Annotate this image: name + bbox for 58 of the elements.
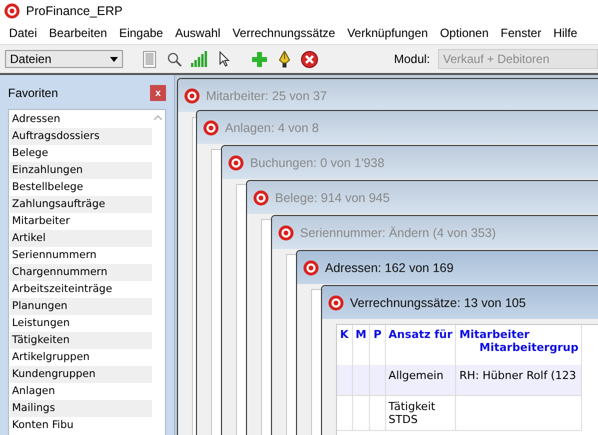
cursor-icon[interactable] (219, 51, 230, 67)
favorite-item[interactable]: Bestellbelege (10, 179, 152, 196)
favorite-item[interactable]: Artikelgruppen (10, 349, 152, 366)
file-dropdown[interactable]: Dateien (5, 50, 123, 68)
window-title: Adressen: 162 von 169 (325, 260, 454, 274)
window-icon (328, 294, 344, 310)
favorite-item[interactable]: Zahlungsaufträge (10, 196, 152, 213)
window-icon (253, 190, 269, 206)
menu-item[interactable]: Verknüpfungen (341, 26, 434, 40)
cancel-icon[interactable] (301, 50, 318, 68)
favorite-item[interactable]: Artikel (10, 230, 152, 247)
menu-item[interactable]: Fenster (494, 26, 548, 40)
table-cell: Tätigkeit STDS (385, 396, 456, 430)
favorite-item[interactable]: Leistungen (10, 315, 152, 332)
favorite-item[interactable]: Planungen (10, 298, 152, 315)
caret-icon (110, 56, 118, 62)
table-cell: RH: Hübner Rolf (123 (456, 365, 582, 396)
favorite-item[interactable]: Kundengruppen (10, 366, 152, 383)
menu-item[interactable]: Eingabe (113, 26, 170, 40)
window-icon (203, 120, 219, 136)
window-title: Mitarbeiter: 25 von 37 (206, 88, 327, 102)
menu-item[interactable]: Verrechnungssätze (226, 26, 342, 40)
table-cell: Allgemein (385, 365, 456, 396)
favorite-item[interactable]: Adressen (10, 111, 152, 128)
favorite-item[interactable]: Konten Fibu (10, 417, 152, 434)
window-icon (278, 224, 294, 240)
window-icon (184, 88, 200, 104)
menu-item[interactable]: Bearbeiten (43, 26, 114, 40)
window-title: Verrechnungssätze: 13 von 105 (350, 296, 526, 310)
window-icon (228, 154, 244, 170)
window-title: ProFinance_ERP (26, 4, 123, 18)
favorite-item[interactable]: Chargennummern (10, 264, 152, 281)
menu-item[interactable]: Optionen (434, 26, 495, 40)
search-icon[interactable] (167, 52, 182, 66)
favorite-item[interactable]: Mailings (10, 400, 152, 417)
close-button[interactable]: x (150, 85, 166, 101)
favorite-item[interactable]: Seriennummern (10, 247, 152, 264)
module-label: Modul: (394, 52, 430, 66)
favorite-item[interactable]: Tätigkeiten (10, 332, 152, 349)
app-icon (4, 3, 20, 19)
favorite-item[interactable]: Anlagen (10, 383, 152, 400)
favorite-item[interactable]: Einzahlungen (10, 162, 152, 179)
favorite-item[interactable]: Auftragsdossiers (10, 128, 152, 145)
panel-title: Favoriten (8, 86, 58, 100)
menu-item[interactable]: Auswahl (169, 26, 226, 40)
menu-item[interactable]: Hilfe (547, 26, 584, 40)
window-title: Belege: 914 von 945 (275, 190, 390, 204)
window-title: Anlagen: 4 von 8 (225, 120, 319, 134)
pen-nib-icon[interactable] (279, 50, 290, 68)
window-icon (303, 260, 319, 276)
menu-item[interactable]: Datei (3, 26, 44, 40)
document-icon[interactable] (143, 50, 156, 68)
favorite-item[interactable]: Mitarbeiter (10, 213, 152, 230)
favorite-item[interactable]: Belege (10, 145, 152, 162)
favorite-item[interactable]: Arbeitszeiteinträge (10, 281, 152, 298)
signal-bars-icon[interactable] (191, 51, 208, 67)
window-title: Buchungen: 0 von 1'938 (250, 156, 384, 170)
window-title: Seriennummer: Ändern (4 von 353) (300, 226, 496, 240)
